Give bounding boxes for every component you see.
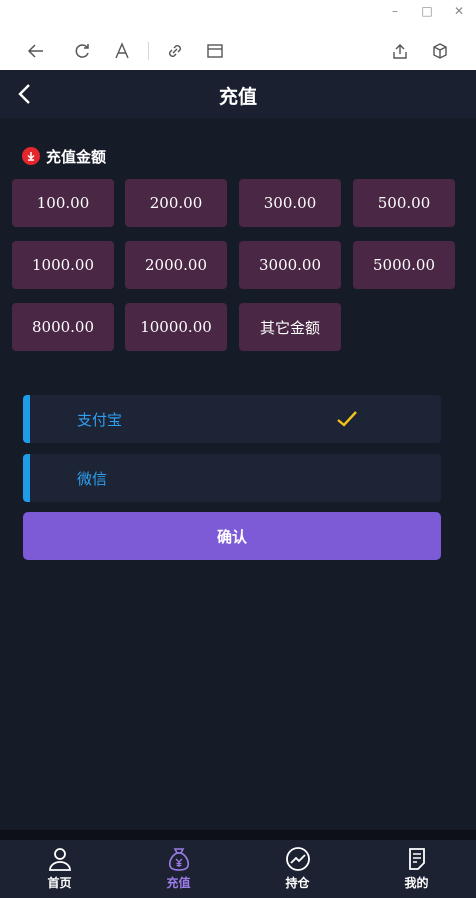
window-icon[interactable]: [203, 39, 227, 63]
amount-option[interactable]: 10000.00: [125, 303, 227, 351]
amount-option[interactable]: 300.00: [239, 179, 341, 227]
amount-option[interactable]: 2000.00: [125, 241, 227, 289]
amount-option[interactable]: 8000.00: [12, 303, 114, 351]
section-title: 充值金额: [46, 147, 107, 166]
link-icon[interactable]: [163, 39, 187, 63]
tab-mine[interactable]: 我的: [357, 840, 476, 898]
payment-accent-bar: [23, 395, 30, 443]
tab-label: 我的: [404, 876, 429, 890]
amount-option[interactable]: 3000.00: [239, 241, 341, 289]
amount-option[interactable]: 5000.00: [353, 241, 455, 289]
browser-chrome: – □ ✕: [0, 0, 476, 70]
amount-option[interactable]: 200.00: [125, 179, 227, 227]
page-title: 充值: [218, 86, 257, 108]
tab-bar: 首页 充值 持仓 我的: [0, 840, 476, 898]
close-button[interactable]: ✕: [450, 3, 468, 19]
tab-label: 持仓: [285, 876, 310, 890]
recharge-amount-heading: 充值金额: [22, 146, 106, 166]
payment-accent-bar: [23, 454, 30, 502]
amount-option[interactable]: 100.00: [12, 179, 114, 227]
payment-method-label: 支付宝: [77, 411, 123, 429]
read-aloud-icon[interactable]: [110, 39, 134, 63]
chart-icon: [285, 847, 310, 871]
cube-icon[interactable]: [428, 39, 452, 63]
money-bag-icon: [168, 848, 189, 871]
back-icon[interactable]: [24, 39, 48, 63]
refresh-icon[interactable]: [70, 39, 94, 63]
checkmark-icon: [337, 411, 357, 427]
maximize-button[interactable]: □: [418, 3, 436, 19]
toolbar-separator: [148, 42, 149, 60]
user-icon: [48, 848, 71, 871]
share-icon[interactable]: [388, 39, 412, 63]
amount-option[interactable]: 1000.00: [12, 241, 114, 289]
app-screen: 充值 充值金额 100.00 200.00 300.00 500.00 1000…: [0, 70, 476, 898]
download-coin-icon: [22, 147, 40, 165]
tab-home[interactable]: 首页: [0, 840, 119, 898]
minimize-button[interactable]: –: [386, 3, 404, 19]
tab-positions[interactable]: 持仓: [238, 840, 357, 898]
payment-method-label: 微信: [77, 470, 108, 488]
other-amount-option[interactable]: 其它金额: [239, 303, 341, 351]
payment-method-alipay[interactable]: 支付宝: [23, 395, 441, 443]
tab-label: 充值: [166, 876, 191, 890]
amount-option[interactable]: 500.00: [353, 179, 455, 227]
payment-method-wechat[interactable]: 微信: [23, 454, 441, 502]
nav-bar: 充值: [0, 70, 476, 118]
tab-recharge[interactable]: 充值: [119, 840, 238, 898]
tab-label: 首页: [47, 876, 72, 890]
document-icon: [408, 848, 425, 870]
confirm-button[interactable]: 确认: [23, 512, 441, 560]
tabbar-divider: [0, 830, 476, 840]
